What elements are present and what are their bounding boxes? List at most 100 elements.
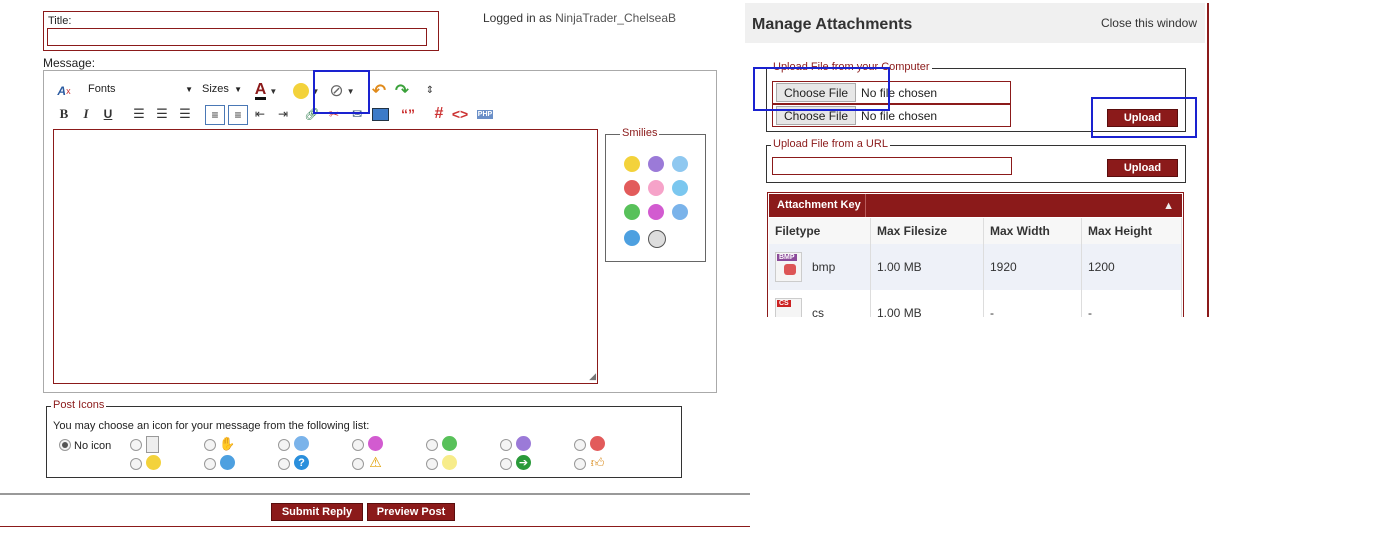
upload-url-label: Upload File from a URL [771,138,890,150]
message-editor: Ax Fonts ▼ Sizes ▼ A ▼ ▼ ⊘ ▼ ↶ ↷ ⇕ B I U ☰ ☰… [43,70,717,393]
sizes-select[interactable]: Sizes ▼ [202,83,242,95]
unordered-list-icon[interactable]: ≡ [228,105,248,125]
filetype-cell: CS cs [769,290,871,317]
post-icon-radio[interactable] [352,458,364,470]
hash-icon[interactable]: # [430,105,448,123]
fonts-select[interactable]: Fonts ▼ [88,83,193,95]
collapse-icon[interactable]: ▲ [1163,200,1174,212]
highlight-box [313,70,370,114]
post-icon-radio[interactable] [278,439,290,451]
thumbs-down-icon: ✋ [219,435,236,451]
smilie-wink-icon[interactable] [672,204,688,220]
ordered-list-icon[interactable]: ≡ [205,105,225,125]
filetype-cell: BMP bmp [769,244,871,290]
smilies-label: Smilies [620,127,660,139]
question-icon: ? [294,455,309,470]
post-icon-radio[interactable] [204,439,216,451]
attachment-key-panel: Attachment Key ▲ Filetype Max Filesize M… [767,192,1184,317]
username-link[interactable]: NinjaTrader_ChelseaB [555,11,676,25]
message-textarea[interactable]: ◢ [53,129,598,384]
cs-file-icon: CS [775,298,802,317]
redo-icon[interactable]: ↷ [393,81,411,100]
undo-icon[interactable]: ↶ [370,81,388,100]
warning-icon: ⚠ [369,454,382,470]
attachments-title: Manage Attachments [752,16,913,33]
italic-icon[interactable]: I [77,105,95,123]
attachment-key-title: Attachment Key [777,199,861,211]
logged-in-prefix: Logged in as [483,11,556,25]
upload-url-button[interactable]: Upload [1107,159,1178,177]
post-icons-fieldset: Post Icons You may choose an icon for yo… [46,399,682,478]
frown-icon [516,436,531,451]
quote-icon[interactable]: “” [399,105,417,123]
logged-in-status: Logged in as NinjaTrader_ChelseaB [483,11,676,25]
smilies-panel: Smilies [605,127,706,262]
biggrin-icon [368,436,383,451]
table-row: CS cs 1.00 MB - - [769,290,1182,317]
column-header: Max Height [1081,218,1182,244]
divider [0,493,750,495]
smilie-tongue-icon[interactable] [648,180,664,196]
indent-icon[interactable]: ⇥ [274,105,292,123]
post-icon-radio[interactable] [500,458,512,470]
outdent-icon[interactable]: ⇤ [251,105,269,123]
column-header: Max Filesize [870,218,984,244]
table-row: BMP bmp 1.00 MB 1920 1200 [769,244,1182,290]
smilie-mad-icon[interactable] [624,180,640,196]
smilie-biggrin-icon[interactable] [648,204,664,220]
sizes-select-label: Sizes [202,83,229,95]
underline-icon[interactable]: U [99,105,117,123]
post-icon-radio[interactable] [426,439,438,451]
max-height-cell: 1200 [1081,244,1182,290]
post-icon-radio[interactable] [278,458,290,470]
post-icon-radio[interactable] [574,458,586,470]
fonts-select-label: Fonts [88,83,116,95]
smilie-smile-icon[interactable] [672,180,688,196]
resize-handle-icon[interactable]: ◢ [589,371,596,382]
submit-reply-button[interactable]: Submit Reply [271,503,363,521]
filetype-text: bmp [812,260,836,274]
post-icon-radio[interactable] [500,439,512,451]
text-color-button[interactable]: A ▼ [251,80,281,102]
insert-image-icon[interactable] [371,105,389,123]
highlight-box [1091,97,1197,138]
smilie-eek-icon[interactable] [648,230,666,248]
align-center-icon[interactable]: ☰ [153,105,171,123]
post-icon-radio[interactable] [130,458,142,470]
post-icon-radio[interactable] [352,439,364,451]
mad-icon [590,436,605,451]
post-icon-radio[interactable] [426,458,438,470]
no-icon-label: No icon [74,440,112,452]
preview-post-button[interactable]: Preview Post [367,503,455,521]
smilie-grin-icon[interactable] [624,204,640,220]
upload-url-fieldset: Upload File from a URL Upload [766,138,1186,183]
smilie-neutral-icon[interactable] [624,156,640,172]
post-icon-radio[interactable] [574,439,586,451]
attachment-key-header[interactable]: Attachment Key ▲ [769,194,1182,217]
post-icon-radio[interactable] [204,458,216,470]
divider [865,194,866,217]
max-filesize-cell: 1.00 MB [870,290,984,317]
resize-editor-icon[interactable]: ⇕ [421,81,439,99]
table-header-row: Filetype Max Filesize Max Width Max Heig… [769,218,1182,244]
lightbulb-icon [442,455,457,470]
code-icon[interactable]: <> [451,105,469,123]
remove-format-icon[interactable]: Ax [55,82,73,100]
url-input[interactable] [772,157,1012,175]
close-window-link[interactable]: Close this window [1101,16,1197,30]
arrow-right-icon: ➔ [516,455,531,470]
chevron-down-icon: ▼ [234,84,242,94]
align-left-icon[interactable]: ☰ [130,105,148,123]
attachments-header: Manage Attachments Close this window [745,3,1205,43]
php-code-icon[interactable]: PHP [475,104,495,124]
no-icon-radio[interactable] [59,439,71,451]
smiley-icon [292,83,309,99]
smilie-confused-icon[interactable] [672,156,688,172]
bold-icon[interactable]: B [55,105,73,123]
smilie-cool-icon[interactable] [624,230,640,246]
align-right-icon[interactable]: ☰ [176,105,194,123]
smilie-frown-icon[interactable] [648,156,664,172]
title-input[interactable] [47,28,427,46]
post-icon-radio[interactable] [130,439,142,451]
thumbs-up-icon: 👍︎ [590,454,605,470]
